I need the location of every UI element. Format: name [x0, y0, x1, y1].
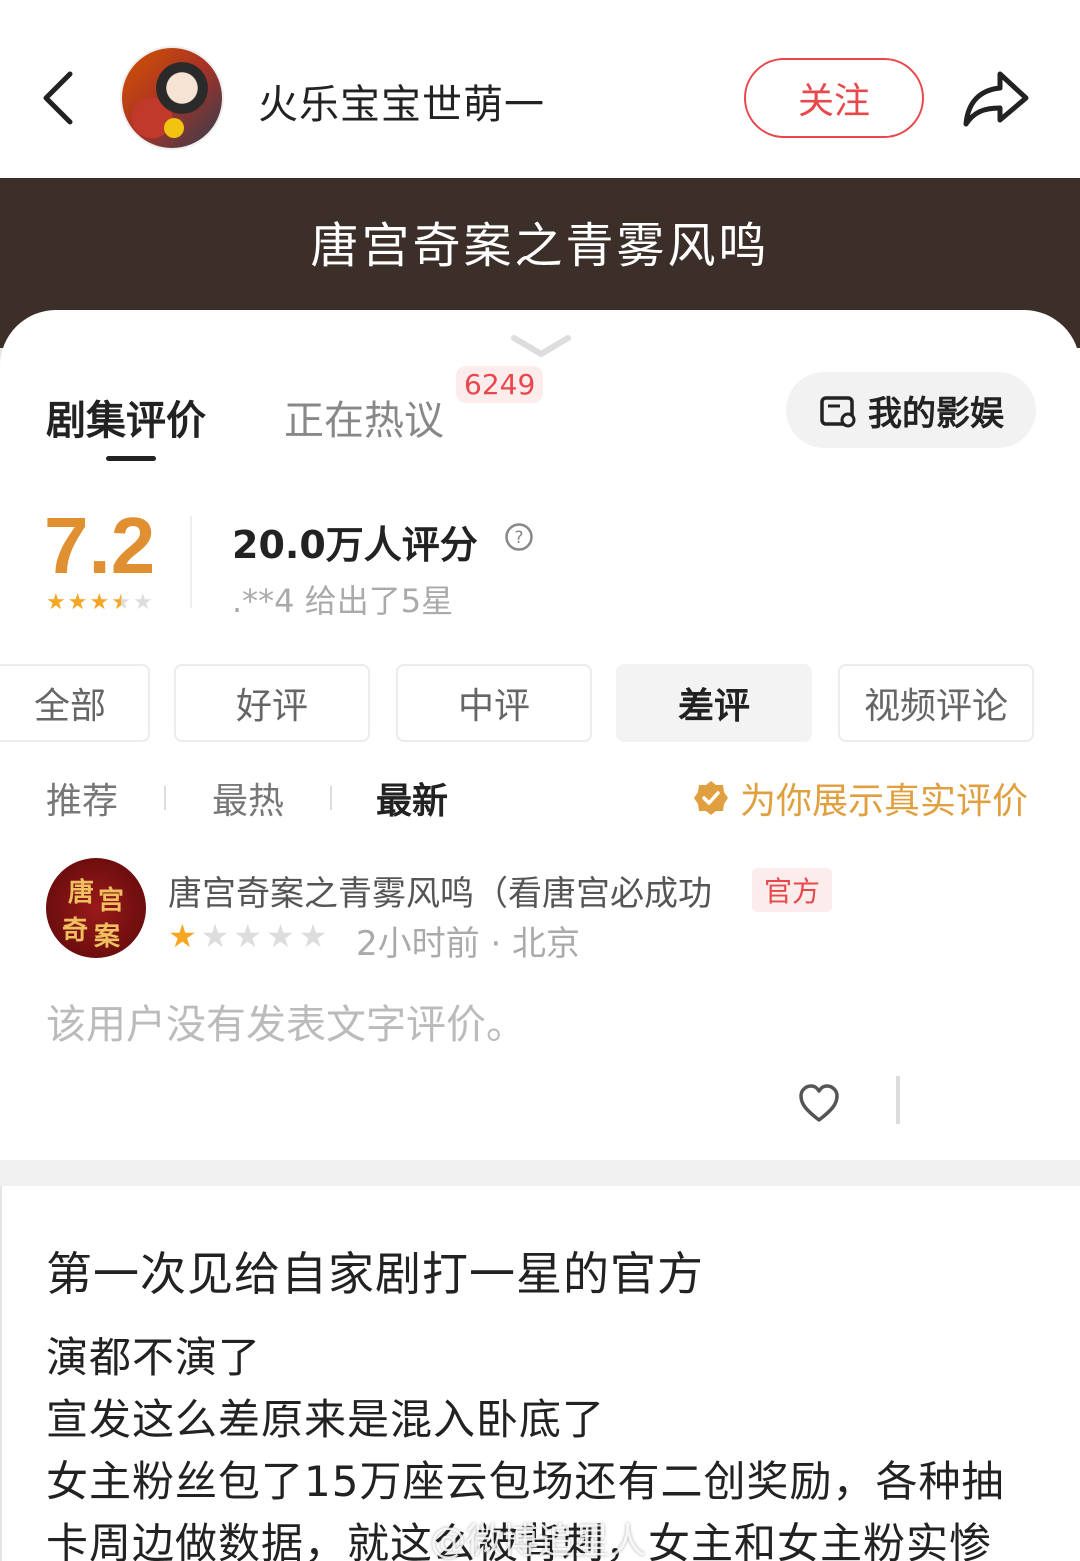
divider: [190, 516, 192, 608]
review-stars: ★ ★ ★ ★ ★: [168, 918, 327, 954]
star-icon: ★: [89, 590, 110, 615]
filter-chip[interactable]: 好评: [174, 664, 370, 742]
verified-badge-icon: [694, 781, 728, 815]
my-entertainment-label: 我的影娱: [868, 393, 1004, 434]
filter-chip[interactable]: 中评: [396, 664, 592, 742]
filter-chip[interactable]: 差评: [616, 664, 812, 742]
sort-row: 为你展示真实评价 推荐 最热 最新: [46, 772, 1046, 822]
share-icon[interactable]: [960, 62, 1032, 134]
help-icon[interactable]: ?: [504, 522, 534, 552]
collapse-chevron-icon[interactable]: [510, 332, 572, 360]
star-icon: ★: [111, 590, 131, 615]
average-score: 7.2: [44, 501, 156, 590]
sort-option[interactable]: 推荐: [46, 772, 118, 824]
username[interactable]: 火乐宝宝世萌一: [258, 72, 545, 130]
star-icon: ★: [233, 917, 263, 955]
reviewer-avatar[interactable]: 唐宫奇案: [46, 858, 146, 958]
svg-text:?: ?: [514, 528, 523, 548]
star-icon: ★: [67, 590, 88, 615]
heart-icon[interactable]: [798, 1084, 840, 1124]
avatar-glyph: 奇: [62, 916, 89, 946]
star-icon: ★: [132, 590, 153, 615]
reviewer-name[interactable]: 唐宫奇案之青雾风鸣（看唐宫必成功: [168, 866, 712, 915]
tab-hot-discussion[interactable]: 正在热议: [284, 388, 444, 446]
back-icon[interactable]: [38, 68, 82, 128]
tab-reviews[interactable]: 剧集评价: [46, 388, 206, 446]
verified-label: 为你展示真实评价: [740, 781, 1029, 822]
divider: [896, 1076, 900, 1124]
filter-row: 全部 好评 中评 差评 视频评论: [0, 664, 1080, 744]
verified-reviews-notice: 为你展示真实评价: [692, 772, 1028, 824]
divider: [330, 786, 332, 810]
avatar-glyph: 宫: [98, 886, 125, 916]
ticket-icon: [820, 396, 856, 428]
emoji-sticker: [164, 118, 184, 138]
recent-rating-text: .**4 给出了5星: [232, 582, 454, 620]
review-text: 该用户没有发表文字评价。: [46, 1002, 526, 1048]
user-avatar[interactable]: [120, 46, 224, 150]
post-title: 第一次见给自家剧打一星的官方: [46, 1247, 704, 1301]
section-gap: [0, 1160, 1080, 1186]
divider: [164, 786, 166, 810]
review-sheet: 剧集评价 正在热议 6249 我的影娱 7.2 ★ ★ ★ ★ ★ 20.0万人评分 ?…: [0, 310, 1080, 1160]
hot-count-badge: 6249: [456, 366, 544, 403]
tab-active-indicator: [106, 456, 156, 461]
post-line: 女主粉丝包了15万座云包场还有二创奖励，各种抽: [46, 1457, 1005, 1506]
rating-count: 20.0万人评分: [232, 523, 478, 567]
star-icon: ★: [168, 917, 197, 955]
avatar-glyph: 唐: [68, 878, 95, 908]
post-line: 宣发这么差原来是混入卧底了: [46, 1395, 606, 1444]
review-meta: 2小时前 · 北京: [356, 924, 581, 964]
star-icon: ★: [266, 917, 295, 955]
follow-button[interactable]: 关注: [744, 58, 924, 138]
filter-chip[interactable]: 视频评论: [838, 664, 1034, 742]
star-icon: ★: [46, 590, 66, 615]
star-icon: ★: [200, 917, 230, 955]
sort-option[interactable]: 最新: [376, 772, 448, 824]
post-line: 演都不演了: [46, 1333, 262, 1382]
score-stars: ★ ★ ★ ★ ★: [46, 592, 153, 614]
top-header: 火乐宝宝世萌一 关注: [0, 0, 1080, 180]
my-entertainment-button[interactable]: 我的影娱: [786, 372, 1036, 448]
official-badge: 官方: [752, 868, 833, 912]
sort-option[interactable]: 最热: [212, 772, 284, 824]
star-icon: ★: [298, 917, 328, 955]
drama-title: 唐宫奇案之青雾风鸣: [310, 218, 770, 274]
filter-chip[interactable]: 全部: [0, 664, 150, 742]
watermark: @微博追星人: [430, 1521, 647, 1561]
avatar-glyph: 案: [94, 922, 121, 952]
